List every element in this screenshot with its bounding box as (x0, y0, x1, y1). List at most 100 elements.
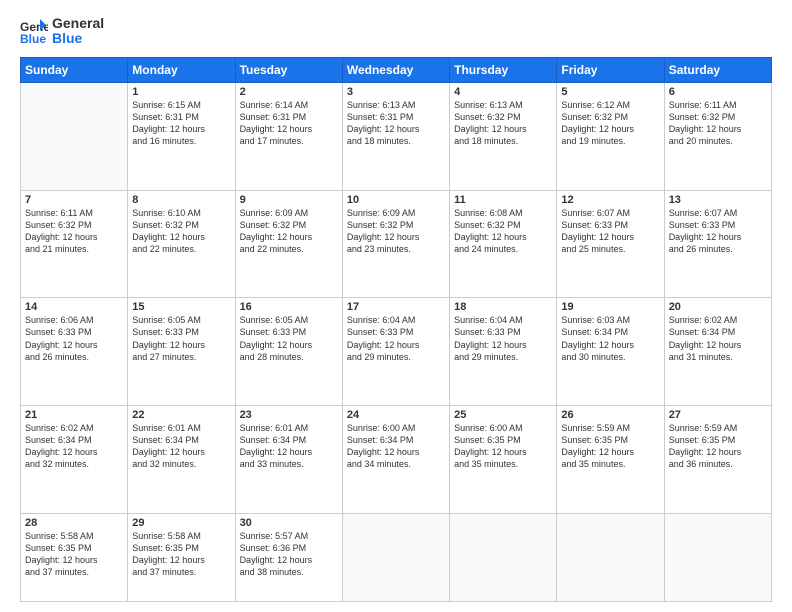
day-info: Sunrise: 6:15 AM Sunset: 6:31 PM Dayligh… (132, 99, 230, 148)
calendar-cell: 14Sunrise: 6:06 AM Sunset: 6:33 PM Dayli… (21, 298, 128, 406)
calendar-cell (21, 82, 128, 190)
day-number: 14 (25, 301, 123, 313)
day-number: 28 (25, 517, 123, 529)
weekday-header: Saturday (664, 57, 771, 82)
day-number: 25 (454, 409, 552, 421)
day-number: 8 (132, 194, 230, 206)
calendar-cell: 25Sunrise: 6:00 AM Sunset: 6:35 PM Dayli… (450, 406, 557, 514)
day-info: Sunrise: 6:10 AM Sunset: 6:32 PM Dayligh… (132, 207, 230, 256)
weekday-header: Sunday (21, 57, 128, 82)
logo-text-blue: Blue (52, 31, 104, 46)
calendar-cell: 29Sunrise: 5:58 AM Sunset: 6:35 PM Dayli… (128, 513, 235, 601)
day-number: 2 (240, 86, 338, 98)
calendar-cell (342, 513, 449, 601)
calendar-cell (450, 513, 557, 601)
header: General Blue General Blue (20, 16, 772, 47)
day-info: Sunrise: 6:07 AM Sunset: 6:33 PM Dayligh… (669, 207, 767, 256)
day-info: Sunrise: 6:03 AM Sunset: 6:34 PM Dayligh… (561, 314, 659, 363)
calendar-cell: 23Sunrise: 6:01 AM Sunset: 6:34 PM Dayli… (235, 406, 342, 514)
day-info: Sunrise: 6:01 AM Sunset: 6:34 PM Dayligh… (132, 422, 230, 471)
day-number: 10 (347, 194, 445, 206)
day-number: 6 (669, 86, 767, 98)
day-number: 9 (240, 194, 338, 206)
day-number: 20 (669, 301, 767, 313)
weekday-header: Friday (557, 57, 664, 82)
day-number: 18 (454, 301, 552, 313)
day-number: 23 (240, 409, 338, 421)
weekday-header: Thursday (450, 57, 557, 82)
weekday-header: Wednesday (342, 57, 449, 82)
calendar-cell: 7Sunrise: 6:11 AM Sunset: 6:32 PM Daylig… (21, 190, 128, 298)
calendar-cell: 16Sunrise: 6:05 AM Sunset: 6:33 PM Dayli… (235, 298, 342, 406)
calendar-cell: 19Sunrise: 6:03 AM Sunset: 6:34 PM Dayli… (557, 298, 664, 406)
day-info: Sunrise: 6:01 AM Sunset: 6:34 PM Dayligh… (240, 422, 338, 471)
day-number: 5 (561, 86, 659, 98)
day-number: 13 (669, 194, 767, 206)
calendar-cell: 26Sunrise: 5:59 AM Sunset: 6:35 PM Dayli… (557, 406, 664, 514)
calendar-cell: 1Sunrise: 6:15 AM Sunset: 6:31 PM Daylig… (128, 82, 235, 190)
calendar-cell: 8Sunrise: 6:10 AM Sunset: 6:32 PM Daylig… (128, 190, 235, 298)
day-info: Sunrise: 5:59 AM Sunset: 6:35 PM Dayligh… (561, 422, 659, 471)
logo-icon: General Blue (20, 17, 48, 45)
page: General Blue General Blue SundayMondayTu… (0, 0, 792, 612)
day-info: Sunrise: 6:00 AM Sunset: 6:35 PM Dayligh… (454, 422, 552, 471)
calendar-cell: 17Sunrise: 6:04 AM Sunset: 6:33 PM Dayli… (342, 298, 449, 406)
day-info: Sunrise: 6:13 AM Sunset: 6:31 PM Dayligh… (347, 99, 445, 148)
day-number: 24 (347, 409, 445, 421)
day-info: Sunrise: 6:11 AM Sunset: 6:32 PM Dayligh… (669, 99, 767, 148)
day-number: 12 (561, 194, 659, 206)
day-info: Sunrise: 6:04 AM Sunset: 6:33 PM Dayligh… (347, 314, 445, 363)
calendar-cell: 28Sunrise: 5:58 AM Sunset: 6:35 PM Dayli… (21, 513, 128, 601)
day-number: 30 (240, 517, 338, 529)
day-number: 21 (25, 409, 123, 421)
day-info: Sunrise: 6:02 AM Sunset: 6:34 PM Dayligh… (669, 314, 767, 363)
day-info: Sunrise: 6:09 AM Sunset: 6:32 PM Dayligh… (347, 207, 445, 256)
calendar-cell: 5Sunrise: 6:12 AM Sunset: 6:32 PM Daylig… (557, 82, 664, 190)
day-info: Sunrise: 6:08 AM Sunset: 6:32 PM Dayligh… (454, 207, 552, 256)
day-info: Sunrise: 6:11 AM Sunset: 6:32 PM Dayligh… (25, 207, 123, 256)
calendar-cell: 18Sunrise: 6:04 AM Sunset: 6:33 PM Dayli… (450, 298, 557, 406)
day-number: 22 (132, 409, 230, 421)
day-info: Sunrise: 6:13 AM Sunset: 6:32 PM Dayligh… (454, 99, 552, 148)
day-info: Sunrise: 5:58 AM Sunset: 6:35 PM Dayligh… (25, 530, 123, 579)
day-number: 29 (132, 517, 230, 529)
day-number: 27 (669, 409, 767, 421)
calendar-cell: 20Sunrise: 6:02 AM Sunset: 6:34 PM Dayli… (664, 298, 771, 406)
calendar-cell (664, 513, 771, 601)
day-number: 26 (561, 409, 659, 421)
day-number: 7 (25, 194, 123, 206)
calendar-cell: 15Sunrise: 6:05 AM Sunset: 6:33 PM Dayli… (128, 298, 235, 406)
day-number: 11 (454, 194, 552, 206)
logo: General Blue General Blue (20, 16, 104, 47)
weekday-header: Tuesday (235, 57, 342, 82)
calendar-cell: 11Sunrise: 6:08 AM Sunset: 6:32 PM Dayli… (450, 190, 557, 298)
day-number: 15 (132, 301, 230, 313)
calendar-cell: 13Sunrise: 6:07 AM Sunset: 6:33 PM Dayli… (664, 190, 771, 298)
day-info: Sunrise: 6:06 AM Sunset: 6:33 PM Dayligh… (25, 314, 123, 363)
day-info: Sunrise: 6:02 AM Sunset: 6:34 PM Dayligh… (25, 422, 123, 471)
day-info: Sunrise: 5:57 AM Sunset: 6:36 PM Dayligh… (240, 530, 338, 579)
day-info: Sunrise: 5:59 AM Sunset: 6:35 PM Dayligh… (669, 422, 767, 471)
day-number: 4 (454, 86, 552, 98)
weekday-header: Monday (128, 57, 235, 82)
day-info: Sunrise: 6:09 AM Sunset: 6:32 PM Dayligh… (240, 207, 338, 256)
day-number: 16 (240, 301, 338, 313)
calendar-cell: 2Sunrise: 6:14 AM Sunset: 6:31 PM Daylig… (235, 82, 342, 190)
day-number: 3 (347, 86, 445, 98)
calendar-cell: 21Sunrise: 6:02 AM Sunset: 6:34 PM Dayli… (21, 406, 128, 514)
day-info: Sunrise: 6:07 AM Sunset: 6:33 PM Dayligh… (561, 207, 659, 256)
day-info: Sunrise: 6:00 AM Sunset: 6:34 PM Dayligh… (347, 422, 445, 471)
calendar-table: SundayMondayTuesdayWednesdayThursdayFrid… (20, 57, 772, 602)
day-number: 1 (132, 86, 230, 98)
calendar-cell: 6Sunrise: 6:11 AM Sunset: 6:32 PM Daylig… (664, 82, 771, 190)
calendar-cell: 24Sunrise: 6:00 AM Sunset: 6:34 PM Dayli… (342, 406, 449, 514)
day-number: 19 (561, 301, 659, 313)
calendar-cell: 10Sunrise: 6:09 AM Sunset: 6:32 PM Dayli… (342, 190, 449, 298)
calendar-cell: 4Sunrise: 6:13 AM Sunset: 6:32 PM Daylig… (450, 82, 557, 190)
calendar-cell: 3Sunrise: 6:13 AM Sunset: 6:31 PM Daylig… (342, 82, 449, 190)
calendar-cell: 12Sunrise: 6:07 AM Sunset: 6:33 PM Dayli… (557, 190, 664, 298)
svg-text:Blue: Blue (20, 32, 46, 45)
day-number: 17 (347, 301, 445, 313)
day-info: Sunrise: 6:14 AM Sunset: 6:31 PM Dayligh… (240, 99, 338, 148)
day-info: Sunrise: 6:05 AM Sunset: 6:33 PM Dayligh… (132, 314, 230, 363)
